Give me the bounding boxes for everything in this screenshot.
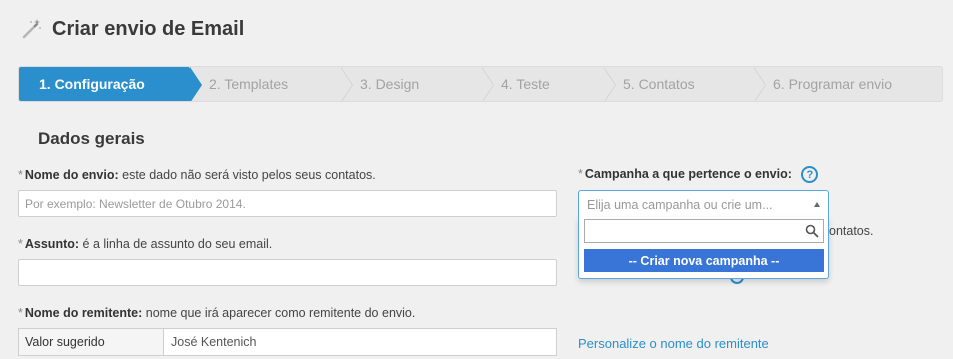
wizard-step-configuracao[interactable]: 1. Configuração bbox=[19, 67, 202, 101]
wizard-step-teste[interactable]: 4. Teste bbox=[481, 67, 616, 101]
required-mark: * bbox=[18, 237, 23, 251]
required-mark: * bbox=[578, 166, 583, 181]
search-icon bbox=[805, 224, 819, 238]
criar-nova-campanha-option[interactable]: -- Criar nova campanha -- bbox=[584, 249, 824, 272]
wizard-steps: 1. Configuração 2. Templates 3. Design 4… bbox=[18, 66, 943, 102]
nome-envio-input[interactable] bbox=[18, 190, 557, 217]
campanha-select[interactable]: Elija uma campanha ou crie um... bbox=[578, 190, 829, 218]
required-mark: * bbox=[18, 306, 23, 320]
wizard-step-design[interactable]: 3. Design bbox=[340, 67, 494, 101]
assunto-label: * Assunto: é a linha de assunto do seu em… bbox=[18, 237, 272, 251]
remetente-label: * Nome do remitente: nome que irá aparece… bbox=[18, 306, 415, 320]
nome-envio-label: * Nome do envio: este dado não será visto… bbox=[18, 168, 376, 182]
obscured-hint-text: ontatos. bbox=[829, 224, 874, 238]
campanha-select-placeholder: Elija uma campanha ou crie um... bbox=[587, 197, 773, 212]
campanha-label: * Campanha a que pertence o envio: ? bbox=[578, 166, 819, 183]
page-title: Criar envio de Email bbox=[52, 17, 245, 40]
section-title: Dados gerais bbox=[38, 129, 145, 148]
campanha-dropdown: -- Criar nova campanha -- bbox=[578, 217, 829, 279]
remetente-input[interactable]: José Kentenich bbox=[164, 329, 556, 355]
valor-sugerido-label: Valor sugerido bbox=[19, 329, 164, 355]
magic-wand-icon bbox=[22, 19, 41, 39]
remetente-input-group: Valor sugerido José Kentenich bbox=[18, 328, 557, 356]
nome-envio-hint: este dado não será visto pelos seus cont… bbox=[122, 168, 376, 182]
wizard-step-contatos[interactable]: 5. Contatos bbox=[603, 67, 766, 101]
campanha-search-input[interactable] bbox=[584, 219, 824, 243]
remetente-hint: nome que irá aparecer como remitente do … bbox=[145, 306, 416, 320]
remetente-label-title: Nome do remitente: bbox=[24, 306, 143, 320]
wizard-step-templates[interactable]: 2. Templates bbox=[189, 67, 353, 101]
assunto-label-title: Assunto: bbox=[24, 237, 80, 251]
personalize-remetente-link[interactable]: Personalize o nome do remitente bbox=[578, 336, 769, 351]
campanha-label-title: Campanha a que pertence o envio: bbox=[584, 166, 792, 181]
nome-envio-label-title: Nome do envio: bbox=[24, 168, 119, 182]
required-mark: * bbox=[18, 168, 23, 182]
wizard-step-programar-envio[interactable]: 6. Programar envio bbox=[753, 67, 942, 101]
assunto-hint: é a linha de assunto do seu email. bbox=[82, 237, 273, 251]
help-icon[interactable]: ? bbox=[801, 166, 819, 183]
caret-up-icon bbox=[814, 202, 820, 207]
assunto-input[interactable] bbox=[18, 259, 557, 286]
page-header: Criar envio de Email bbox=[20, 14, 244, 44]
